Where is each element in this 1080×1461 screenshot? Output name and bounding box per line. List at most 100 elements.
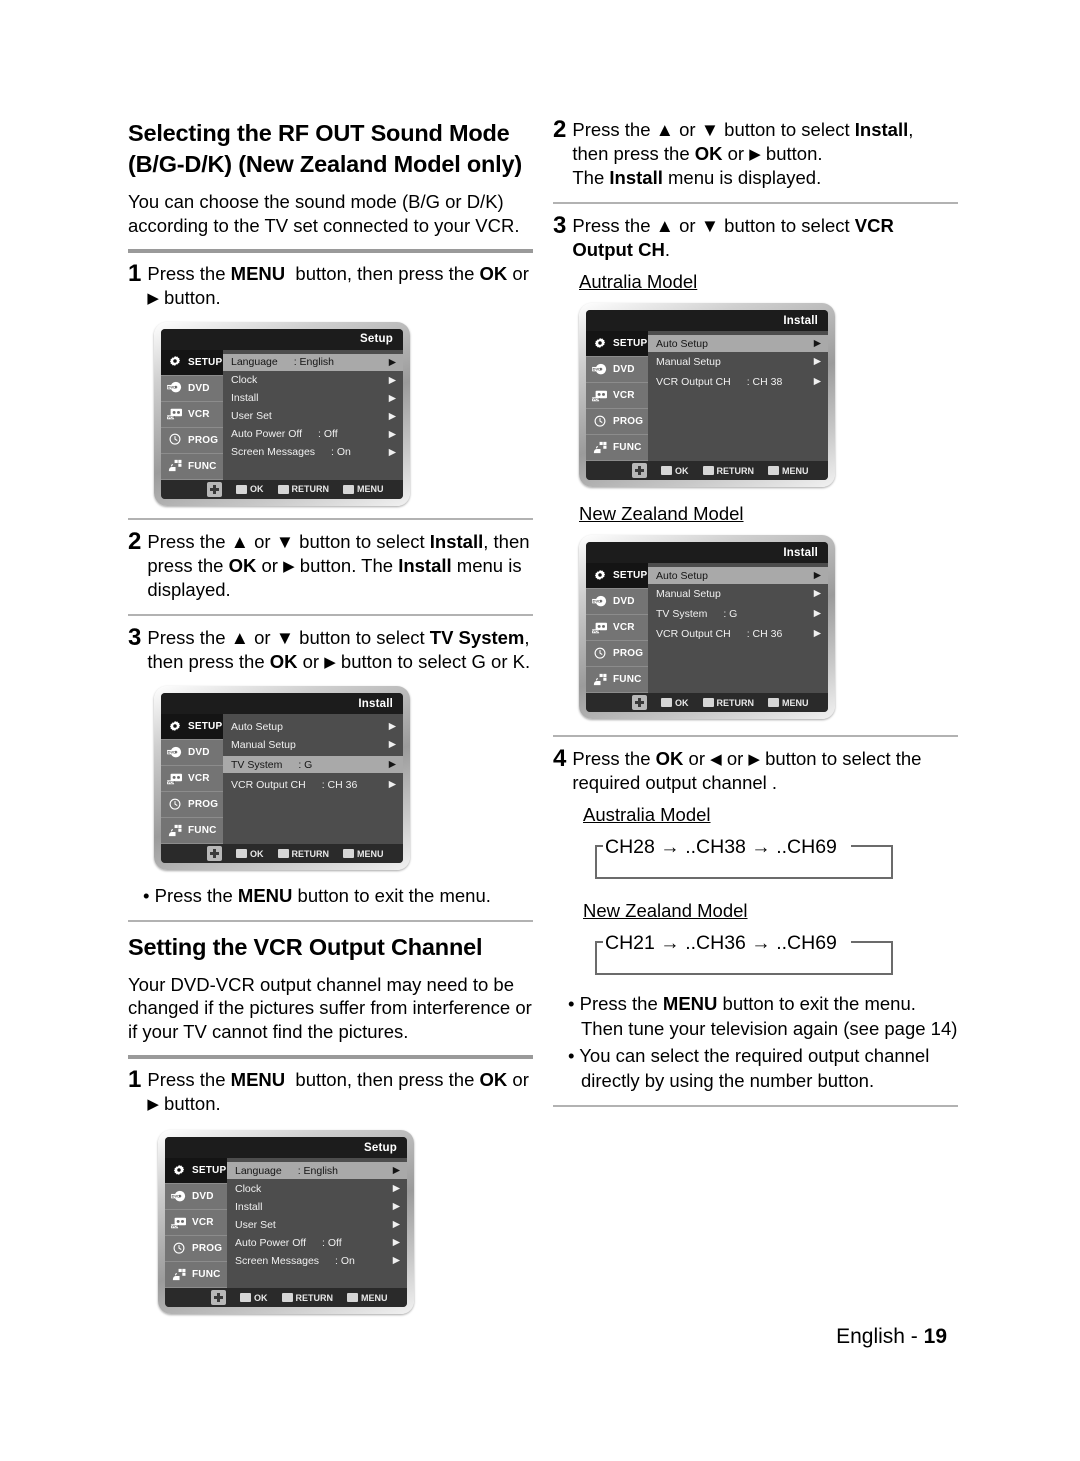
dvd-disc-icon: DVD — [171, 1190, 187, 1204]
osd-menu-row[interactable]: Auto Setup ▶ — [223, 718, 403, 735]
osd-menu-row[interactable]: Install ▶ — [227, 1198, 407, 1215]
osd-sidebar-item-vcr[interactable]: VCR VCR — [586, 383, 648, 410]
osd-sidebar-item-prog[interactable]: PROG — [165, 1236, 227, 1263]
osd-footer-menu[interactable]: MENU — [768, 466, 809, 476]
osd-footer-menu[interactable]: MENU — [343, 484, 384, 494]
svg-text:VCR: VCR — [592, 629, 600, 633]
osd-sidebar-item-func[interactable]: FUNC — [161, 818, 223, 845]
osd-footer-label: RETURN — [716, 465, 755, 476]
osd-menu-row[interactable]: VCR Output CH : CH 36 ▶ — [648, 625, 828, 642]
osd-sidebar-item-setup[interactable]: SETUP — [586, 563, 648, 590]
osd-row-label: VCR Output CH — [656, 375, 731, 388]
osd-sidebar-item-setup[interactable]: SETUP — [165, 1158, 227, 1185]
osd-menu-row[interactable]: Manual Setup ▶ — [648, 585, 828, 602]
osd-menu-row[interactable]: Clock ▶ — [227, 1180, 407, 1197]
osd-sidebar-label: DVD — [188, 747, 210, 759]
osd-footer-ok[interactable]: OK — [236, 849, 264, 859]
osd-sidebar-item-vcr[interactable]: VCR VCR — [161, 766, 223, 793]
page-number: 19 — [923, 1325, 947, 1348]
osd-sidebar-item-prog[interactable]: PROG — [586, 641, 648, 668]
osd-menu-row[interactable]: TV System : G ▶ — [223, 756, 403, 774]
osd-setup-menu-2: Setup SETUP DVD DVD VCR VCR PROG FUNC La… — [158, 1130, 414, 1315]
osd-sidebar-item-vcr[interactable]: VCR VCR — [165, 1210, 227, 1237]
osd-sidebar-item-dvd[interactable]: DVD DVD — [161, 376, 223, 402]
osd-menu-row[interactable]: User Set ▶ — [223, 408, 403, 425]
return-arrow-icon — [702, 466, 714, 476]
osd-menu-row[interactable]: VCR Output CH : CH 38 ▶ — [648, 373, 828, 390]
osd-footer-menu[interactable]: MENU — [768, 698, 809, 708]
osd-row-value: : On — [335, 1254, 355, 1267]
osd-sidebar-label: DVD — [613, 596, 635, 608]
osd-row-value: : CH 38 — [746, 375, 783, 388]
osd-menu-row[interactable]: Language : English ▶ — [227, 1162, 407, 1180]
osd-menu-row[interactable]: Screen Messages : On ▶ — [223, 444, 403, 461]
return-arrow-icon — [277, 484, 289, 494]
osd-menu-row[interactable]: Manual Setup ▶ — [648, 353, 828, 370]
osd-footer-return[interactable]: RETURN — [277, 849, 329, 859]
osd-sidebar-label: DVD — [613, 364, 635, 376]
osd-menu-row[interactable]: Auto Power Off : Off ▶ — [227, 1234, 407, 1251]
osd-sidebar-item-setup[interactable]: SETUP — [586, 331, 648, 358]
osd-footer-label: RETURN — [295, 1292, 334, 1303]
osd-footer-label: OK — [675, 465, 689, 476]
osd-titlebar: Install — [586, 542, 828, 564]
osd-sidebar-item-func[interactable]: FUNC — [165, 1262, 227, 1289]
step-3-right: 3 Press the ▲ or ▼ button to select VCR O… — [553, 213, 958, 262]
step-2-left: 2 Press the ▲ or ▼ button to select Inst… — [128, 529, 533, 602]
osd-menu-row[interactable]: Auto Setup ▶ — [648, 567, 828, 585]
osd-sidebar-item-vcr[interactable]: VCR VCR — [161, 402, 223, 428]
osd-sidebar-item-func[interactable]: FUNC — [161, 454, 223, 480]
osd-footer-ok[interactable]: OK — [661, 466, 689, 476]
osd-menu-row[interactable]: Screen Messages : On ▶ — [227, 1252, 407, 1269]
osd-sidebar-item-setup[interactable]: SETUP — [161, 714, 223, 741]
section2-title: Setting the VCR Output Channel — [128, 934, 483, 961]
osd-menu-row[interactable]: VCR Output CH : CH 36 ▶ — [223, 776, 403, 793]
osd-footer-menu[interactable]: MENU — [347, 1293, 388, 1303]
osd-sidebar-item-prog[interactable]: PROG — [161, 792, 223, 819]
osd-menu-row[interactable]: Auto Power Off : Off ▶ — [223, 426, 403, 443]
osd-menu-row[interactable]: User Set ▶ — [227, 1216, 407, 1233]
osd-footer-return[interactable]: RETURN — [702, 698, 754, 708]
function-hand-icon — [167, 459, 183, 473]
osd-sidebar-item-func[interactable]: FUNC — [586, 667, 648, 694]
osd-sidebar-item-dvd[interactable]: DVD DVD — [586, 589, 648, 616]
divider-thin — [553, 735, 958, 738]
osd-sidebar-item-func[interactable]: FUNC — [586, 435, 648, 462]
osd-sidebar-item-prog[interactable]: PROG — [161, 428, 223, 454]
dpad-icon — [207, 846, 222, 862]
chevron-right-icon: ▶ — [388, 739, 396, 751]
osd-sidebar-item-vcr[interactable]: VCR VCR — [586, 615, 648, 642]
osd-menu-row[interactable]: Clock ▶ — [223, 372, 403, 389]
osd-menu-row[interactable]: Auto Setup ▶ — [648, 335, 828, 353]
osd-menu-row[interactable]: Install ▶ — [223, 390, 403, 407]
dvd-disc-icon: DVD — [167, 381, 183, 395]
clock-icon — [171, 1242, 187, 1256]
menu-key-icon — [768, 698, 779, 708]
osd-sidebar: SETUP DVD DVD VCR VCR PROG FUNC — [161, 714, 223, 845]
osd-footer-ok[interactable]: OK — [240, 1293, 268, 1303]
osd-footer-return[interactable]: RETURN — [702, 465, 755, 476]
osd-sidebar-item-dvd[interactable]: DVD DVD — [165, 1184, 227, 1211]
osd-footer-return[interactable]: RETURN — [281, 1292, 334, 1303]
osd-footer-ok[interactable]: OK — [236, 484, 264, 494]
chevron-right-icon: ▶ — [392, 1237, 400, 1249]
gear-icon — [167, 720, 183, 734]
osd-sidebar-item-setup[interactable]: SETUP — [161, 349, 223, 376]
osd-sidebar: SETUP DVD DVD VCR VCR PROG FUNC — [586, 563, 648, 694]
osd-sidebar-item-dvd[interactable]: DVD DVD — [586, 357, 648, 384]
osd-sidebar-item-dvd[interactable]: DVD DVD — [161, 740, 223, 767]
osd-main: Auto Setup ▶ Manual Setup ▶ VCR Output C… — [648, 331, 828, 462]
osd-sidebar-item-prog[interactable]: PROG — [586, 409, 648, 436]
svg-text:DVD: DVD — [593, 366, 602, 371]
osd-main: Auto Setup ▶ Manual Setup ▶ TV System: … — [648, 563, 828, 694]
channel-range-australia: CH28 → ..CH38 → ..CH69 — [595, 836, 895, 882]
osd-row-empty — [648, 409, 828, 426]
osd-footer-menu[interactable]: MENU — [343, 849, 384, 859]
osd-footer-return[interactable]: RETURN — [277, 484, 329, 494]
osd-menu-row[interactable]: Language : English ▶ — [223, 353, 403, 371]
chevron-right-icon: ▶ — [813, 628, 821, 640]
osd-menu-row[interactable]: Manual Setup ▶ — [223, 736, 403, 753]
osd-menu-row[interactable]: TV System : G ▶ — [648, 605, 828, 622]
chevron-right-icon: ▶ — [388, 374, 396, 386]
osd-footer-ok[interactable]: OK — [661, 698, 689, 708]
